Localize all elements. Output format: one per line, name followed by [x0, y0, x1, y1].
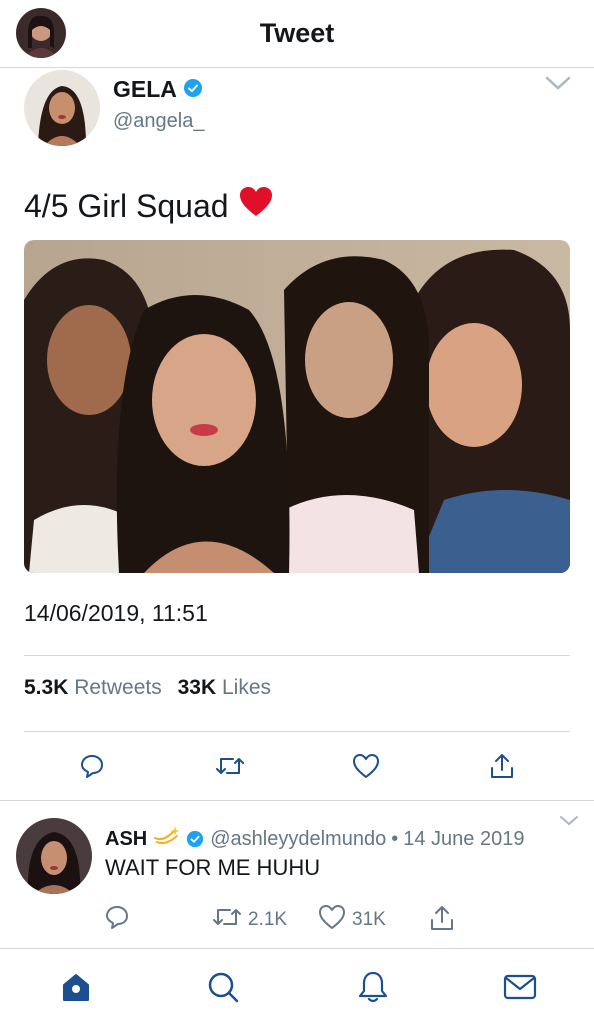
share-icon[interactable] [486, 750, 518, 782]
reply-retweet-button[interactable]: 2.1K [212, 904, 287, 936]
red-heart-emoji-icon [239, 186, 273, 226]
divider [24, 655, 570, 656]
reply-icon[interactable] [76, 750, 108, 782]
retweets-label[interactable]: Retweets [74, 676, 162, 699]
author-handle[interactable]: @angela_ [113, 110, 204, 133]
reply-avatar[interactable] [16, 818, 92, 894]
reply-handle[interactable]: @ashleyydelmundo [210, 828, 386, 851]
heart-icon[interactable] [318, 904, 346, 936]
home-icon[interactable] [58, 969, 94, 1005]
bottom-nav [0, 948, 594, 1024]
heart-icon[interactable] [350, 750, 382, 782]
bell-icon[interactable] [355, 969, 391, 1005]
reply-name[interactable]: ASH [105, 828, 147, 851]
retweet-icon[interactable] [212, 904, 242, 936]
reply-header: ASH @ashleyydelmundo • 14 June 2019 [105, 824, 524, 854]
tweet-text-content: 4/5 Girl Squad [24, 187, 229, 224]
retweets-count[interactable]: 5.3K [24, 676, 68, 699]
tweet-photo[interactable] [24, 240, 570, 573]
verified-badge-icon [186, 830, 204, 848]
tweet-timestamp: 14/06/2019, 11:51 [24, 600, 208, 626]
divider [24, 731, 570, 732]
tweet-stats: 5.3K Retweets 33K Likes [24, 676, 281, 700]
reply-text: WAIT FOR ME HUHU [105, 855, 321, 880]
reply-date: 14 June 2019 [403, 827, 525, 850]
likes-count[interactable]: 33K [178, 676, 217, 699]
reply-retweet-count: 2.1K [248, 909, 288, 930]
chevron-down-icon[interactable] [558, 814, 580, 833]
page-title: Tweet [259, 18, 335, 48]
author-name-text[interactable]: GELA [113, 76, 177, 102]
sparkle-emoji-icon [153, 824, 181, 854]
reply-like-button[interactable]: 31K [318, 904, 386, 936]
top-bar: Tweet [0, 0, 594, 68]
author-name[interactable]: GELA [113, 76, 203, 104]
author-avatar[interactable] [24, 70, 100, 146]
tweet-text: 4/5 Girl Squad [24, 186, 273, 226]
share-icon[interactable] [428, 904, 456, 938]
retweet-icon[interactable] [214, 750, 246, 782]
mail-icon[interactable] [502, 969, 538, 1005]
chevron-down-icon[interactable] [544, 74, 572, 97]
verified-badge-icon [183, 77, 203, 104]
reply-reply-button[interactable] [104, 904, 130, 936]
reply-icon[interactable] [104, 904, 130, 936]
likes-label[interactable]: Likes [222, 676, 271, 699]
reply-separator: • [391, 827, 399, 850]
search-icon[interactable] [205, 969, 241, 1005]
reply-like-count: 31K [352, 909, 386, 930]
divider [0, 800, 594, 801]
reply-share-button[interactable] [428, 904, 456, 938]
